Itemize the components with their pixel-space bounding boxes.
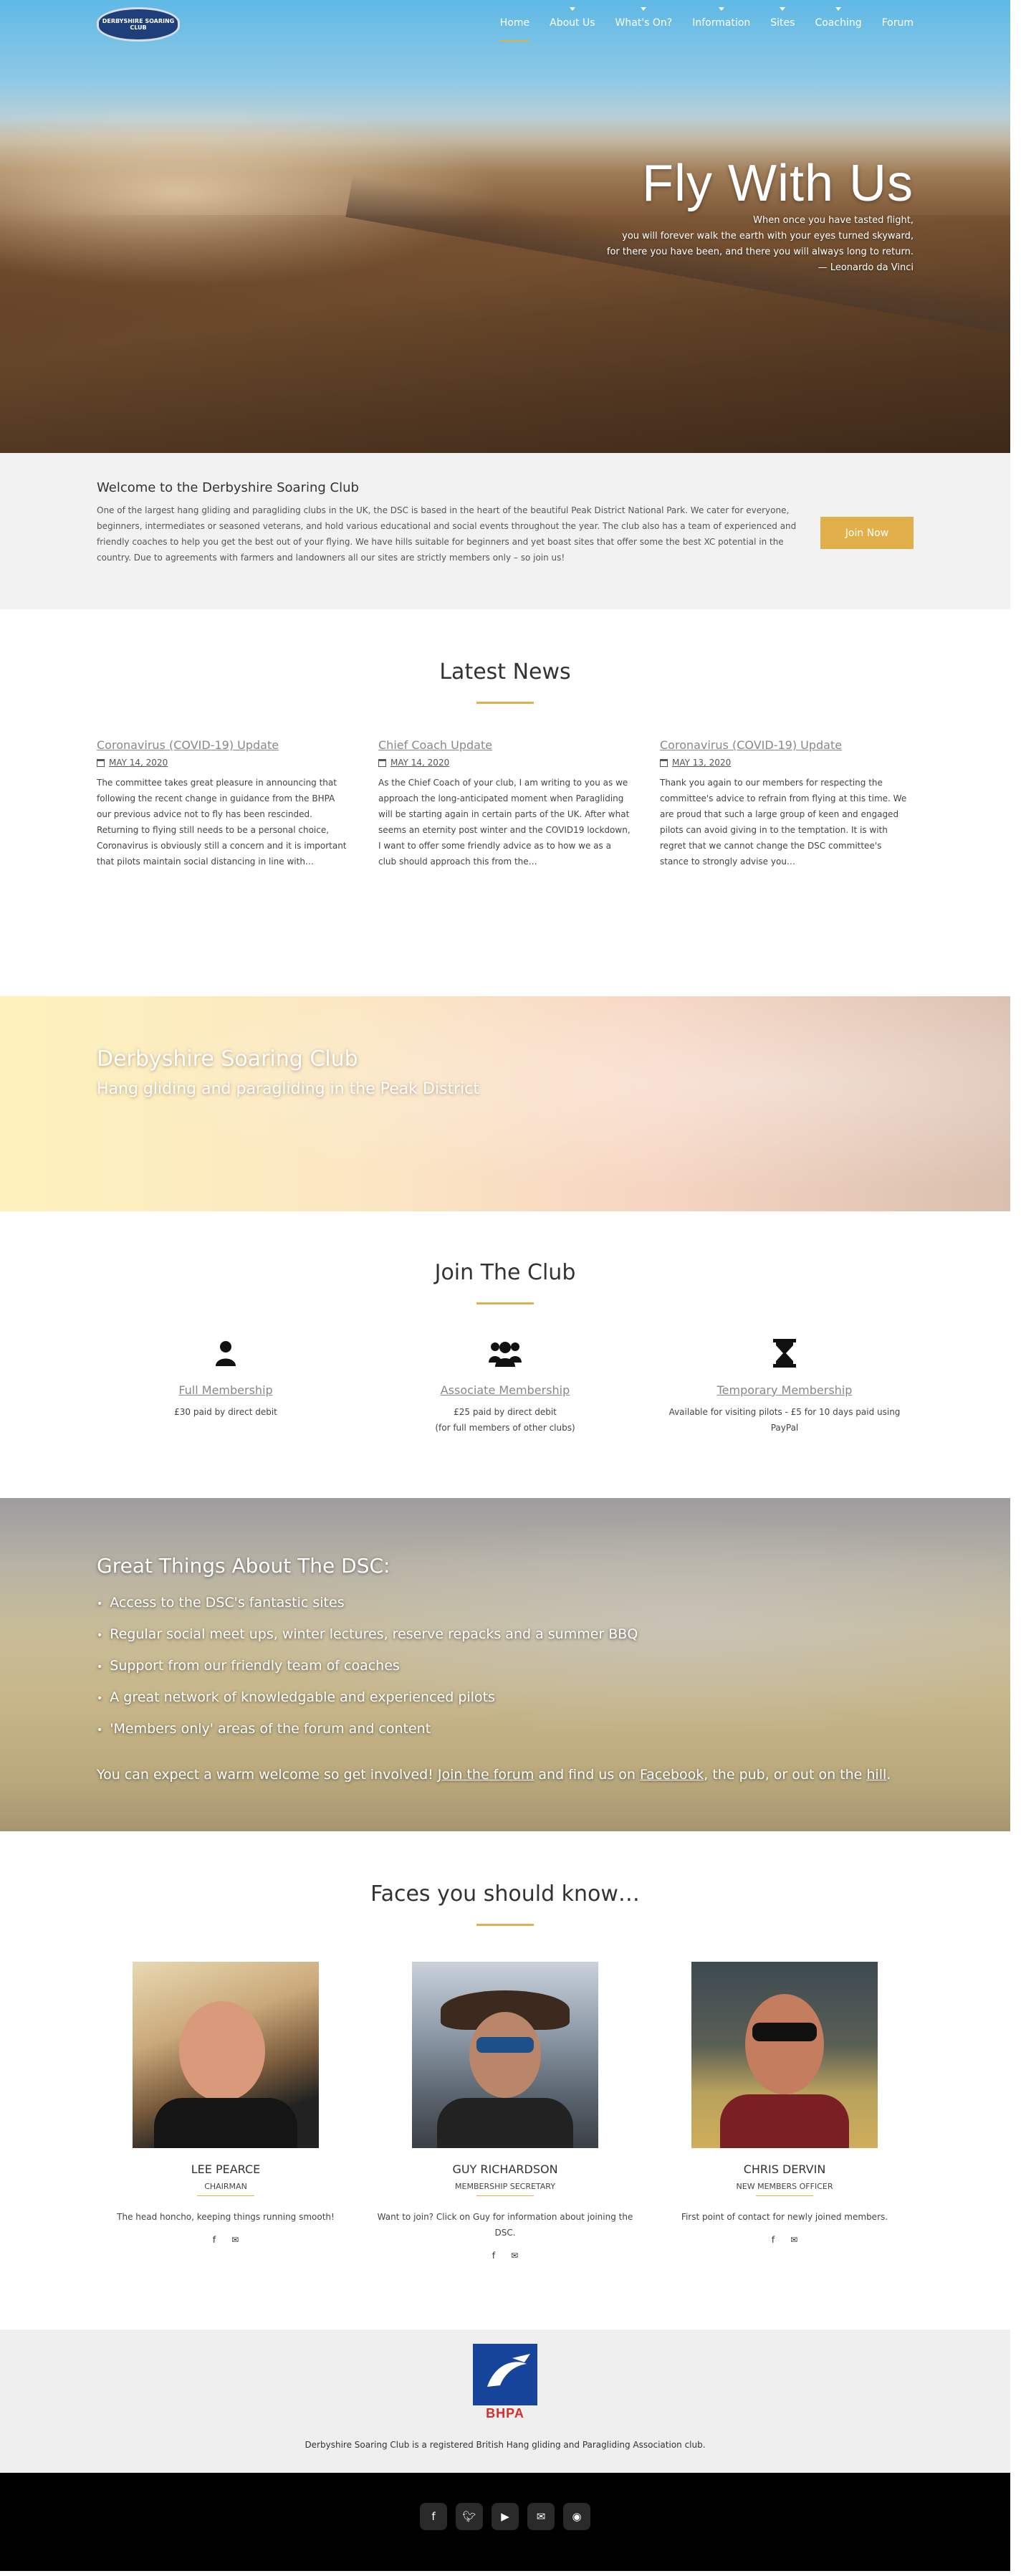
calendar-icon	[97, 758, 105, 767]
nav-item-coaching[interactable]: Coaching	[815, 7, 862, 29]
person-photo[interactable]	[133, 1962, 319, 2148]
hero-text: Fly With Us When once you have tasted fl…	[607, 154, 914, 276]
welcome-section: Welcome to the Derbyshire Soaring Club O…	[0, 453, 1010, 609]
bhpa-section: BHPA Derbyshire Soaring Club is a regist…	[0, 2329, 1010, 2473]
welcome-title: Welcome to the Derbyshire Soaring Club	[97, 480, 359, 495]
great-things-title: Great Things About The DSC:	[97, 1554, 390, 1578]
nav-item-home[interactable]: Home	[499, 17, 530, 42]
person-card: CHRIS DERVIN NEW MEMBERS OFFICER First p…	[656, 1962, 914, 2261]
news-item: Chief Coach Update MAY 14, 2020 As the C…	[378, 738, 631, 869]
facebook-link[interactable]: Facebook	[640, 1767, 704, 1783]
news-item-title[interactable]: Coronavirus (COVID-19) Update	[97, 738, 350, 752]
person-name: CHRIS DERVIN	[743, 2162, 826, 2176]
calendar-icon	[660, 758, 668, 767]
news-item-date: MAY 14, 2020	[378, 758, 631, 768]
nav-menu: Home About Us What's On? Information Sit…	[499, 7, 914, 42]
hill-link[interactable]: hill	[866, 1767, 886, 1783]
person-description: The head honcho, keeping things running …	[117, 2212, 335, 2222]
welcome-text: One of the largest hang gliding and para…	[97, 505, 797, 563]
list-item: Regular social meet ups, winter lectures…	[97, 1619, 914, 1651]
title-divider	[476, 1924, 534, 1926]
faces-grid: LEE PEARCE CHAIRMAN The head honcho, kee…	[97, 1962, 914, 2261]
list-item: A great network of knowledgable and expe…	[97, 1682, 914, 1714]
facebook-icon[interactable]: f	[492, 2251, 495, 2261]
person-name: GUY RICHARDSON	[452, 2162, 558, 2176]
great-things-section: Great Things About The DSC: Access to th…	[0, 1498, 1010, 1831]
membership-associate: Associate Membership £25 paid by direct …	[376, 1337, 634, 1436]
bhpa-text: Derbyshire Soaring Club is a registered …	[305, 2440, 706, 2450]
join-section: Join The Club Full Membership £30 paid b…	[0, 1211, 1010, 1498]
title-divider	[476, 702, 534, 704]
faces-section: Faces you should know… LEE PEARCE CHAIRM…	[0, 1831, 1010, 2329]
news-item-excerpt: The committee takes great pleasure in an…	[97, 778, 347, 867]
join-title: Join The Club	[434, 1260, 576, 1285]
person-card: GUY RICHARDSON MEMBERSHIP SECRETARY Want…	[376, 1962, 634, 2261]
site-logo[interactable]: DERBYSHIRE SOARING CLUB	[97, 7, 180, 42]
hero-title: Fly With Us	[642, 155, 914, 212]
list-item: Access to the DSC's fantastic sites	[97, 1588, 914, 1619]
forum-link[interactable]: Join the forum	[438, 1767, 534, 1783]
great-things-list: Access to the DSC's fantastic sites Regu…	[97, 1588, 914, 1745]
nav-item-about-us[interactable]: About Us	[550, 7, 595, 29]
users-icon	[376, 1337, 634, 1369]
news-item-title[interactable]: Coronavirus (COVID-19) Update	[660, 738, 913, 752]
hero-quote: When once you have tasted flight, you wi…	[606, 215, 914, 273]
hourglass-icon	[656, 1337, 914, 1369]
nav-item-whats-on[interactable]: What's On?	[615, 7, 672, 29]
news-item-date: MAY 13, 2020	[660, 758, 913, 768]
email-icon[interactable]: ✉	[527, 2503, 555, 2530]
club-banner: Derbyshire Soaring Club Hang gliding and…	[0, 996, 1010, 1211]
news-item-date: MAY 14, 2020	[97, 758, 350, 768]
join-now-button[interactable]: Join Now	[820, 517, 914, 549]
email-icon[interactable]: ✉	[790, 2235, 797, 2245]
membership-temporary: Temporary Membership Available for visit…	[656, 1337, 914, 1436]
hero-section: DERBYSHIRE SOARING CLUB Home About Us Wh…	[0, 0, 1010, 453]
bhpa-logo[interactable]: BHPA	[473, 2344, 537, 2421]
person-name: LEE PEARCE	[191, 2162, 261, 2176]
email-icon[interactable]: ✉	[511, 2251, 518, 2261]
membership-full: Full Membership £30 paid by direct debit	[97, 1337, 355, 1436]
banner-title: Derbyshire Soaring Club	[97, 1046, 358, 1072]
person-role: NEW MEMBERS OFFICER	[736, 2182, 833, 2191]
news-item-title[interactable]: Chief Coach Update	[378, 738, 631, 752]
title-divider	[476, 1302, 534, 1304]
person-photo[interactable]	[412, 1962, 598, 2148]
list-item: Support from our friendly team of coache…	[97, 1651, 914, 1682]
site-footer: f 🐦︎ ▶ ✉ ◉	[0, 2473, 1010, 2571]
faces-title: Faces you should know…	[370, 1881, 640, 1907]
main-nav: DERBYSHIRE SOARING CLUB Home About Us Wh…	[0, 0, 1010, 50]
news-title: Latest News	[439, 659, 571, 684]
banner-subtitle: Hang gliding and paragliding in the Peak…	[97, 1080, 480, 1098]
nav-item-information[interactable]: Information	[692, 7, 750, 29]
person-description: Want to join? Click on Guy for informati…	[377, 2212, 633, 2238]
membership-title[interactable]: Associate Membership	[376, 1383, 634, 1397]
news-item-excerpt: Thank you again to our members for respe…	[660, 778, 907, 867]
news-item: Coronavirus (COVID-19) Update MAY 14, 20…	[97, 738, 350, 869]
membership-title[interactable]: Full Membership	[97, 1383, 355, 1397]
nav-item-forum[interactable]: Forum	[882, 17, 914, 29]
facebook-icon[interactable]: f	[420, 2503, 447, 2530]
youtube-icon[interactable]: ▶	[492, 2503, 519, 2530]
news-section: Latest News Coronavirus (COVID-19) Updat…	[0, 609, 1010, 996]
news-grid: Coronavirus (COVID-19) Update MAY 14, 20…	[97, 738, 914, 869]
membership-grid: Full Membership £30 paid by direct debit…	[97, 1337, 914, 1436]
twitter-icon[interactable]: 🐦︎	[456, 2503, 483, 2530]
user-icon	[97, 1337, 355, 1369]
news-item-excerpt: As the Chief Coach of your club, I am wr…	[378, 778, 631, 867]
person-role: MEMBERSHIP SECRETARY	[455, 2182, 555, 2191]
membership-title[interactable]: Temporary Membership	[656, 1383, 914, 1397]
email-icon[interactable]: ✉	[231, 2235, 239, 2245]
facebook-icon[interactable]: f	[213, 2235, 216, 2245]
news-item: Coronavirus (COVID-19) Update MAY 13, 20…	[660, 738, 913, 869]
rss-icon[interactable]: ◉	[563, 2503, 590, 2530]
person-photo[interactable]	[691, 1962, 878, 2148]
facebook-icon[interactable]: f	[772, 2235, 775, 2245]
person-role: CHAIRMAN	[204, 2182, 247, 2191]
person-description: First point of contact for newly joined …	[681, 2212, 888, 2222]
calendar-icon	[378, 758, 386, 767]
person-card: LEE PEARCE CHAIRMAN The head honcho, kee…	[97, 1962, 355, 2261]
list-item: 'Members only' areas of the forum and co…	[97, 1714, 914, 1745]
welcome-line: You can expect a warm welcome so get inv…	[97, 1767, 891, 1783]
nav-item-sites[interactable]: Sites	[770, 7, 795, 29]
